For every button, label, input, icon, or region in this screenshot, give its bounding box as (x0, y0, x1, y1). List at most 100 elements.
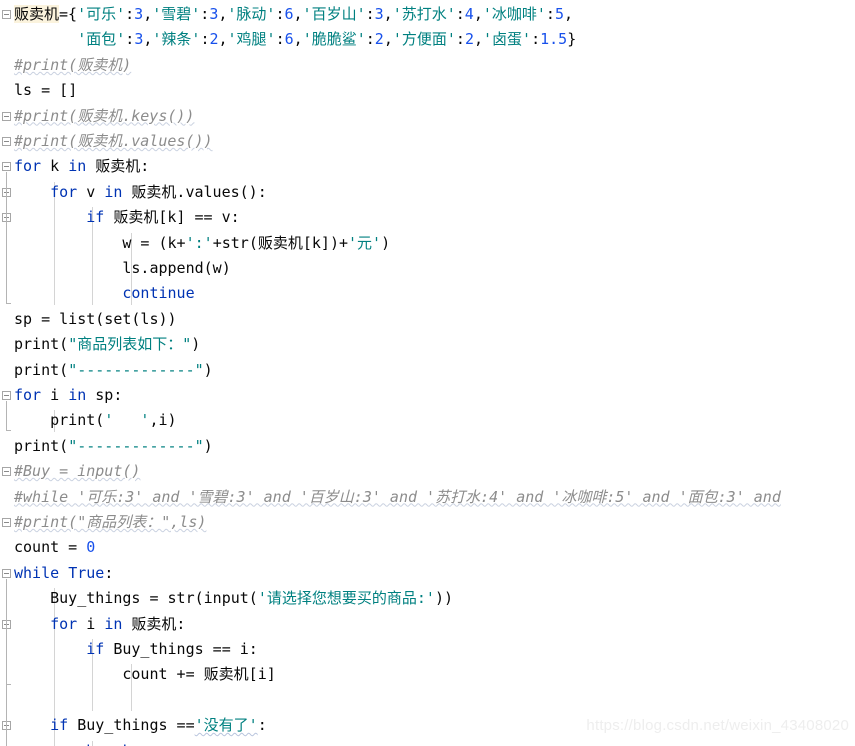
code-token: 6 (284, 5, 294, 23)
code-token: .values(): (176, 182, 267, 201)
code-token: , (383, 5, 393, 23)
code-line[interactable]: print("商品列表如下：") (14, 332, 200, 357)
code-fold-toggle-icon[interactable] (2, 568, 11, 578)
code-token: Buy_things == (68, 716, 195, 735)
code-token: #print(贩卖机) (14, 55, 132, 74)
code-line[interactable]: if Buy_things == i: (14, 637, 258, 662)
code-line[interactable]: count = 0 (14, 535, 95, 560)
code-token: : (455, 30, 465, 49)
code-token: #print(贩卖机.keys()) (14, 106, 195, 125)
code-line[interactable] (14, 688, 23, 713)
code-line[interactable]: 贩卖机={'可乐':3,'雪碧':3,'脉动':6,'百岁山':3,'苏打水':… (14, 2, 573, 27)
code-token: : (365, 30, 375, 49)
code-token: ) (203, 436, 213, 455)
code-token: for (14, 157, 42, 176)
code-token: )) (434, 589, 453, 608)
code-token: ) (191, 335, 201, 354)
code-line[interactable]: for k in 贩卖机: (14, 154, 149, 179)
code-line[interactable]: break (14, 739, 131, 746)
code-token: Buy_things == i: (104, 640, 258, 658)
code-line[interactable]: if 贩卖机[k] == v: (14, 205, 239, 230)
code-token: ) (381, 233, 391, 252)
code-token: : (176, 614, 186, 633)
code-fold-toggle-icon[interactable] (2, 518, 11, 527)
code-line[interactable]: continue (14, 281, 194, 306)
code-token: True (68, 563, 105, 582)
code-token: in (104, 182, 123, 201)
code-line[interactable]: print(' ',i) (14, 408, 176, 433)
code-fold-toggle-icon[interactable] (2, 137, 11, 146)
code-token: : (125, 5, 135, 23)
code-fold-toggle-icon[interactable] (2, 10, 11, 19)
code-token: : (200, 5, 210, 23)
code-token: : (125, 30, 135, 49)
code-token: "-------------" (68, 360, 204, 379)
code-line[interactable]: Buy_things = str(input('请选择您想要买的商品:')) (14, 586, 453, 611)
code-line[interactable]: ls = [] (14, 78, 77, 103)
code-line[interactable]: for i in 贩卖机: (14, 612, 185, 637)
code-token: while (14, 563, 60, 582)
fold-region-foot (6, 430, 11, 432)
code-token: '苏打水' (392, 5, 456, 23)
code-token: 6 (284, 30, 294, 49)
code-token: 贩卖机 (131, 614, 177, 633)
code-fold-toggle-icon[interactable] (2, 391, 11, 400)
code-token: '鸡腿' (227, 30, 276, 49)
fold-region-foot (6, 684, 11, 686)
code-token: '辣条' (152, 30, 201, 49)
code-token: : (140, 157, 150, 176)
code-line[interactable]: sp = list(set(ls)) (14, 307, 177, 332)
code-fold-toggle-icon[interactable] (2, 162, 11, 172)
code-token: 贩卖机 (131, 182, 177, 201)
code-token: for (14, 386, 42, 404)
code-fold-toggle-icon[interactable] (2, 467, 11, 477)
fold-region-line (6, 401, 7, 431)
editor-fold-gutter[interactable] (0, 0, 14, 746)
code-content[interactable]: 贩卖机={'可乐':3,'雪碧':3,'脉动':6,'百岁山':3,'苏打水':… (14, 0, 855, 746)
code-token: ' ' (104, 411, 150, 430)
code-line[interactable]: print("-------------") (14, 358, 213, 383)
code-line[interactable]: #print("商品列表：",ls) (14, 510, 206, 535)
code-token: , (293, 30, 303, 49)
code-token: : (104, 563, 114, 582)
code-token: #while '可乐:3' and '雪碧:3' and '百岁山:3' and… (14, 487, 781, 506)
code-token: for (50, 614, 78, 633)
code-line[interactable]: #Buy = input() (14, 459, 140, 484)
code-token: if (50, 716, 69, 735)
code-line[interactable]: w = (k+':'+str(贩卖机[k])+'元') (14, 231, 390, 256)
code-line[interactable]: #print(贩卖机.values()) (14, 129, 213, 154)
fold-region-foot (6, 303, 11, 305)
code-editor[interactable]: 贩卖机={'可乐':3,'雪碧':3,'脉动':6,'百岁山':3,'苏打水':… (0, 0, 855, 746)
code-line[interactable]: '面包':3,'辣条':2,'鸡腿':6,'脆脆鲨':2,'方便面':2,'卤蛋… (14, 27, 576, 52)
code-line[interactable]: print("-------------") (14, 434, 213, 459)
code-line[interactable]: #print(贩卖机) (14, 53, 131, 78)
csdn-watermark: https://blog.csdn.net/weixin_43408020 (586, 716, 849, 734)
code-token: count += (14, 665, 204, 684)
code-line[interactable]: while True: (14, 561, 113, 586)
code-line[interactable]: #while '可乐:3' and '雪碧:3' and '百岁山:3' and… (14, 485, 781, 510)
code-fold-toggle-icon[interactable] (2, 111, 11, 121)
code-token: , (218, 30, 228, 49)
code-token: 3 (374, 5, 384, 23)
code-line[interactable]: if Buy_things =='没有了': (14, 713, 267, 738)
code-line[interactable]: ls.append(w) (14, 256, 230, 281)
code-line[interactable]: for v in 贩卖机.values(): (14, 180, 267, 205)
code-token: '元' (348, 233, 382, 252)
code-line[interactable]: #print(贩卖机.keys()) (14, 104, 194, 129)
fold-region-line (6, 223, 7, 304)
code-line[interactable]: for i in sp: (14, 383, 122, 408)
code-token: '脉动' (227, 5, 276, 23)
code-token: break (86, 742, 131, 746)
code-token: 贩卖机 (95, 157, 141, 176)
code-token: : (275, 30, 285, 49)
code-token: , (473, 5, 483, 23)
code-token: 贩卖机 (14, 5, 60, 23)
code-line[interactable]: count += 贩卖机[i] (14, 662, 275, 687)
code-token: '方便面' (392, 30, 456, 49)
